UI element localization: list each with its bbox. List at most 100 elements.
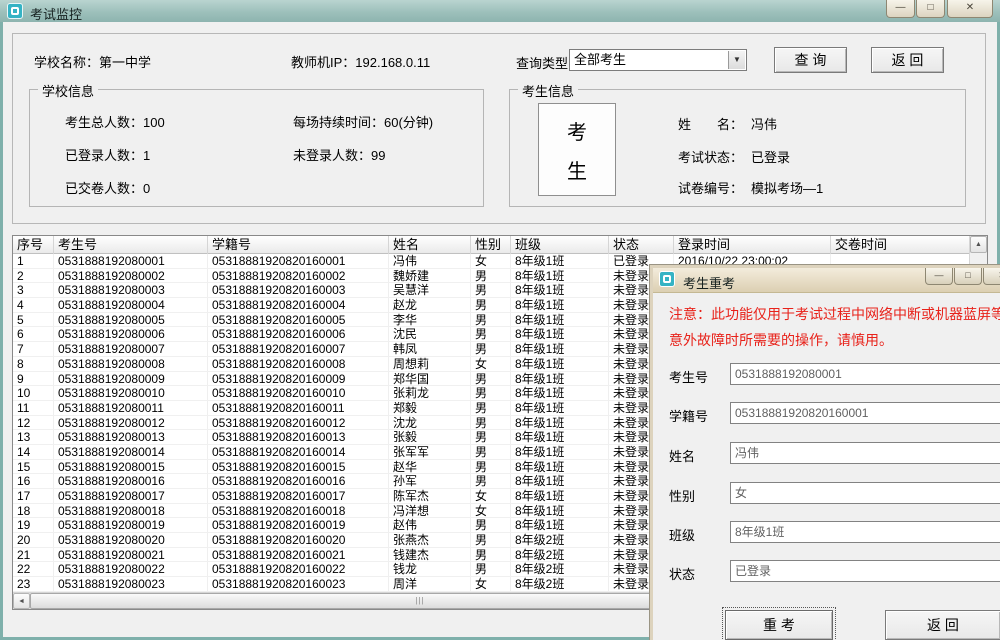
table-cell: 15 (13, 460, 54, 474)
col-student-id[interactable]: 学籍号 (208, 236, 389, 254)
col-login-time[interactable]: 登录时间 (674, 236, 831, 254)
table-cell: 8年级1班 (511, 283, 609, 297)
table-cell: 05318881920820160006 (208, 327, 389, 341)
table-cell: 22 (13, 562, 54, 576)
minimize-button[interactable]: — (886, 0, 915, 18)
table-cell: 23 (13, 577, 54, 591)
table-cell: 8年级1班 (511, 342, 609, 356)
scroll-up-icon[interactable]: ▲ (970, 236, 987, 253)
table-cell: 8年级1班 (511, 357, 609, 371)
table-cell: 05318881920820160008 (208, 357, 389, 371)
submitted-count: 已交卷人数：0 (65, 178, 150, 197)
class-label: 班级 (669, 525, 695, 544)
dialog-maximize-button[interactable]: □ (954, 268, 982, 285)
table-cell: 8年级1班 (511, 445, 609, 459)
close-button[interactable]: ✕ (947, 0, 993, 18)
table-cell: 05318881920820160020 (208, 533, 389, 547)
col-gender[interactable]: 性别 (471, 236, 511, 254)
table-cell: 女 (471, 489, 511, 503)
exam-id-label: 考生号 (669, 367, 708, 386)
table-cell: 05318881920820160014 (208, 445, 389, 459)
table-cell: 吴慧洋 (389, 283, 471, 297)
col-class[interactable]: 班级 (511, 236, 609, 254)
table-cell: 5 (13, 313, 54, 327)
table-cell: 7 (13, 342, 54, 356)
query-type-select[interactable]: 全部考生 ▼ (569, 49, 747, 71)
table-cell: 男 (471, 474, 511, 488)
gender-field[interactable]: 女 (730, 482, 1000, 504)
col-index[interactable]: 序号 (13, 236, 54, 254)
not-logged-count: 未登录人数：99 (293, 145, 385, 164)
table-cell: 0531888192080021 (54, 548, 208, 562)
table-cell: 8年级2班 (511, 548, 609, 562)
dialog-app-icon (659, 271, 675, 287)
col-submit-time[interactable]: 交卷时间 (831, 236, 967, 254)
table-cell: 8年级1班 (511, 386, 609, 400)
table-cell: 8年级1班 (511, 460, 609, 474)
table-cell: 女 (471, 504, 511, 518)
table-cell: 钱龙 (389, 562, 471, 576)
table-cell: 05318881920820160016 (208, 474, 389, 488)
school-name-row: 学校名称：第一中学 (34, 52, 151, 71)
student-id-field[interactable]: 05318881920820160001 (730, 402, 1000, 424)
exam-id-field[interactable]: 0531888192080001 (730, 363, 1000, 385)
col-exam-id[interactable]: 考生号 (54, 236, 208, 254)
table-cell: 8年级1班 (511, 518, 609, 532)
student-info-title: 考生信息 (518, 81, 578, 100)
table-cell: 17 (13, 489, 54, 503)
table-cell: 男 (471, 401, 511, 415)
table-cell: 05318881920820160004 (208, 298, 389, 312)
chevron-down-icon[interactable]: ▼ (728, 51, 745, 69)
table-cell: 05318881920820160013 (208, 430, 389, 444)
table-cell: 男 (471, 372, 511, 386)
table-cell: 0531888192080011 (54, 401, 208, 415)
class-field[interactable]: 8年级1班 (730, 521, 1000, 543)
table-cell: 张燕杰 (389, 533, 471, 547)
total-count: 考生总人数：100 (65, 112, 165, 131)
school-name-value: 第一中学 (99, 55, 151, 70)
table-cell: 周想莉 (389, 357, 471, 371)
table-cell: 4 (13, 298, 54, 312)
scroll-left-icon[interactable]: ◄ (13, 593, 30, 609)
table-cell: 0531888192080001 (54, 254, 208, 268)
logged-count: 已登录人数：1 (65, 145, 150, 164)
table-cell: 8年级1班 (511, 430, 609, 444)
table-cell: 6 (13, 327, 54, 341)
table-cell: 李华 (389, 313, 471, 327)
student-photo-placeholder: 考 生 (538, 103, 616, 196)
table-cell: 0531888192080004 (54, 298, 208, 312)
maximize-button[interactable]: □ (916, 0, 945, 18)
table-cell: 魏娇建 (389, 269, 471, 283)
col-name[interactable]: 姓名 (389, 236, 471, 254)
student-status: 考试状态：已登录 (678, 147, 790, 166)
table-cell: 钱建杰 (389, 548, 471, 562)
return-button[interactable]: 返 回 (871, 47, 944, 73)
query-button[interactable]: 查 询 (774, 47, 847, 73)
teacher-ip-row: 教师机IP：192.168.0.11 (291, 52, 430, 71)
table-cell: 8年级1班 (511, 401, 609, 415)
table-cell: 0531888192080023 (54, 577, 208, 591)
table-cell: 12 (13, 416, 54, 430)
table-cell: 男 (471, 416, 511, 430)
dialog-close-button[interactable]: ✕ (983, 268, 1000, 285)
school-name-label: 学校名称： (34, 55, 99, 70)
table-cell: 沈民 (389, 327, 471, 341)
school-info-group: 学校信息 考生总人数：100 每场持续时间：60(分钟) 已登录人数：1 未登录… (29, 89, 484, 207)
table-cell: 0531888192080003 (54, 283, 208, 297)
table-cell: 8年级2班 (511, 577, 609, 591)
table-cell: 女 (471, 577, 511, 591)
table-cell: 20 (13, 533, 54, 547)
table-cell: 8 (13, 357, 54, 371)
table-cell: 8年级1班 (511, 474, 609, 488)
dialog-minimize-button[interactable]: — (925, 268, 953, 285)
dialog-return-button[interactable]: 返 回 (885, 610, 1000, 640)
table-cell: 男 (471, 327, 511, 341)
name-field[interactable]: 冯伟 (730, 442, 1000, 464)
col-status[interactable]: 状态 (609, 236, 674, 254)
table-cell: 赵华 (389, 460, 471, 474)
table-cell: 05318881920820160011 (208, 401, 389, 415)
status-field[interactable]: 已登录 (730, 560, 1000, 582)
table-cell: 0531888192080018 (54, 504, 208, 518)
table-cell: 3 (13, 283, 54, 297)
retake-button[interactable]: 重 考 (725, 610, 833, 640)
